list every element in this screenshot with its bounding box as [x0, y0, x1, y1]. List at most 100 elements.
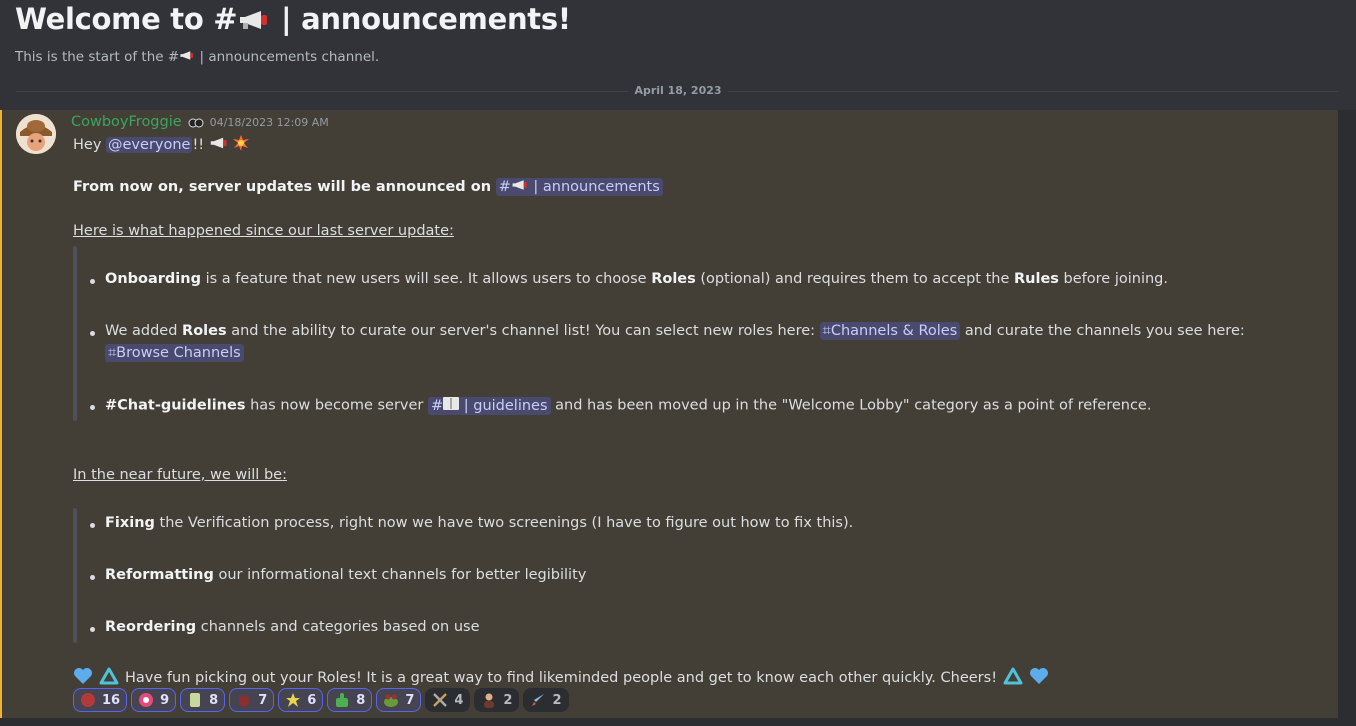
channel-hash-icon: ⌗: [108, 345, 117, 361]
bullet-fixing: Fixing the Verification process, right n…: [105, 515, 853, 531]
section-heading-updates: Here is what happened since our last ser…: [73, 223, 454, 239]
megaphone-icon: [209, 136, 229, 154]
reaction-count: 6: [307, 692, 317, 708]
b1-bold1: Onboarding: [105, 271, 201, 287]
megaphone-icon: [511, 179, 529, 195]
welcome-subtitle: This is the start of the # | announcemen…: [15, 49, 379, 65]
bullet: [90, 279, 95, 284]
server-tag-icon[interactable]: [188, 115, 204, 129]
reaction-count: 7: [405, 692, 415, 708]
reaction-count: 8: [356, 692, 366, 708]
closing-text: Have fun picking out your Roles! It is a…: [125, 670, 998, 686]
welcome-sub-suffix: | announcements channel.: [195, 49, 380, 65]
b1-bold3: Rules: [1014, 271, 1059, 287]
thumbs-up-emoji-icon: [334, 692, 350, 708]
rocket-emoji-icon: [530, 692, 546, 708]
greeting-post: !!: [192, 137, 209, 153]
f2-text: our informational text channels for bett…: [213, 567, 587, 583]
message-timestamp[interactable]: 04/18/2023 12:09 AM: [210, 116, 329, 129]
blue-heart-icon: [73, 667, 93, 689]
reaction-person[interactable]: 2: [474, 688, 520, 712]
blockquote-bar: [73, 246, 77, 421]
reaction-red[interactable]: 16: [73, 688, 128, 712]
bullet-reformatting: Reformatting our informational text chan…: [105, 567, 586, 583]
collision-icon: [233, 135, 250, 155]
scrollbar[interactable]: [1338, 110, 1356, 726]
pink-emoji-icon: [138, 692, 154, 708]
author-name[interactable]: CowboyFroggie: [71, 114, 182, 130]
welcome-sub-prefix: This is the start of the #: [15, 49, 180, 65]
reaction-bug[interactable]: 7: [229, 688, 275, 712]
channels-roles-label: Channels & Roles: [830, 323, 958, 339]
blockquote-bar: [73, 508, 77, 643]
bullet-onboarding: Onboarding is a feature that new users w…: [105, 271, 1168, 287]
f1-text: the Verification process, right now we h…: [154, 515, 854, 531]
lead-text: From now on, server updates will be anno…: [73, 179, 492, 195]
message-highlighted[interactable]: CowboyFroggie 04/18/2023 12:09 AM Hey @e…: [0, 110, 1338, 720]
welcome-title-prefix: Welcome to #: [15, 2, 238, 36]
section-heading-future: In the near future, we will be:: [73, 467, 287, 483]
megaphone-icon: [179, 49, 195, 65]
b3-bold1: #Chat-guidelines: [105, 397, 246, 414]
welcome-title-suffix: | announcements!: [271, 2, 571, 36]
scroll-emoji-icon: [187, 692, 203, 708]
guidelines-label: | guidelines: [463, 397, 548, 414]
browse-channels-label: Browse Channels: [116, 345, 241, 361]
reaction-count: 9: [160, 692, 170, 708]
b1-t1: is a feature that new users will see. It…: [200, 271, 652, 287]
triangle-icon: [99, 667, 119, 689]
blue-heart-icon: [1029, 667, 1049, 689]
reaction-frog[interactable]: 7: [376, 688, 422, 712]
book-icon: [443, 397, 460, 414]
reaction-count: 4: [454, 692, 464, 708]
channel-link-browse-channels[interactable]: ⌗Browse Channels: [105, 344, 244, 362]
channel-link-announcements[interactable]: # | announcements: [495, 178, 663, 196]
bullet-chat-guidelines: #Chat-guidelines has now become server #…: [105, 396, 1152, 415]
announcement-lead: From now on, server updates will be anno…: [73, 178, 663, 196]
greeting-line: Hey @everyone!!: [73, 135, 250, 155]
megaphone-icon: [237, 4, 271, 38]
b1-bold2: Roles: [651, 271, 696, 287]
f3-text: channels and categories based on use: [196, 619, 480, 635]
pin-emoji-icon: [285, 692, 301, 708]
reaction-rocket[interactable]: 2: [523, 688, 569, 712]
closing-line: Have fun picking out your Roles! It is a…: [73, 667, 1049, 689]
reaction-thumbs-up[interactable]: 8: [327, 688, 373, 712]
bullet-roles: We added Roles and the ability to curate…: [105, 322, 1245, 340]
channel-link-channels-roles[interactable]: ⌗Channels & Roles: [819, 322, 961, 340]
channel-welcome-header: Welcome to # | announcements! This is th…: [0, 0, 1356, 110]
bullet-roles-cont: ⌗Browse Channels: [105, 344, 244, 362]
channel-link-guidelines[interactable]: # | guidelines: [427, 396, 551, 415]
bottom-edge: [0, 718, 1338, 726]
b2-t3: and curate the channels you see here:: [960, 323, 1245, 339]
b1-t2: (optional) and requires them to accept t…: [695, 271, 1014, 287]
b1-t3: before joining.: [1058, 271, 1168, 287]
reactions-bar: 16 9 8 7 6 8 7 4 2 2: [73, 688, 569, 712]
frog-emoji-icon: [383, 692, 399, 708]
b2-t1: We added: [105, 323, 183, 339]
reaction-count: 2: [503, 692, 513, 708]
f1-bold: Fixing: [105, 515, 155, 531]
reaction-pink[interactable]: 9: [131, 688, 177, 712]
reaction-pin[interactable]: 6: [278, 688, 324, 712]
reaction-scroll[interactable]: 8: [180, 688, 226, 712]
f2-bold: Reformatting: [105, 567, 214, 583]
reaction-tools[interactable]: 4: [425, 688, 471, 712]
red-emoji-icon: [80, 692, 96, 708]
bullet: [90, 331, 95, 336]
channel-link-announcements-label: | announcements: [533, 179, 660, 195]
reaction-count: 2: [552, 692, 562, 708]
bullet-reordering: Reordering channels and categories based…: [105, 619, 480, 635]
message-header: CowboyFroggie 04/18/2023 12:09 AM: [71, 114, 329, 130]
f3-bold: Reordering: [105, 619, 197, 635]
b2-bold1: Roles: [182, 323, 227, 339]
bullet: [90, 405, 95, 410]
reaction-count: 8: [209, 692, 219, 708]
date-divider-label: April 18, 2023: [628, 84, 728, 97]
bullet: [90, 575, 95, 580]
reaction-count: 16: [102, 692, 121, 708]
person-emoji-icon: [481, 692, 497, 708]
b3-t2: and has been moved up in the "Welcome Lo…: [550, 397, 1152, 414]
avatar[interactable]: [16, 114, 56, 154]
everyone-mention[interactable]: @everyone: [106, 137, 193, 153]
